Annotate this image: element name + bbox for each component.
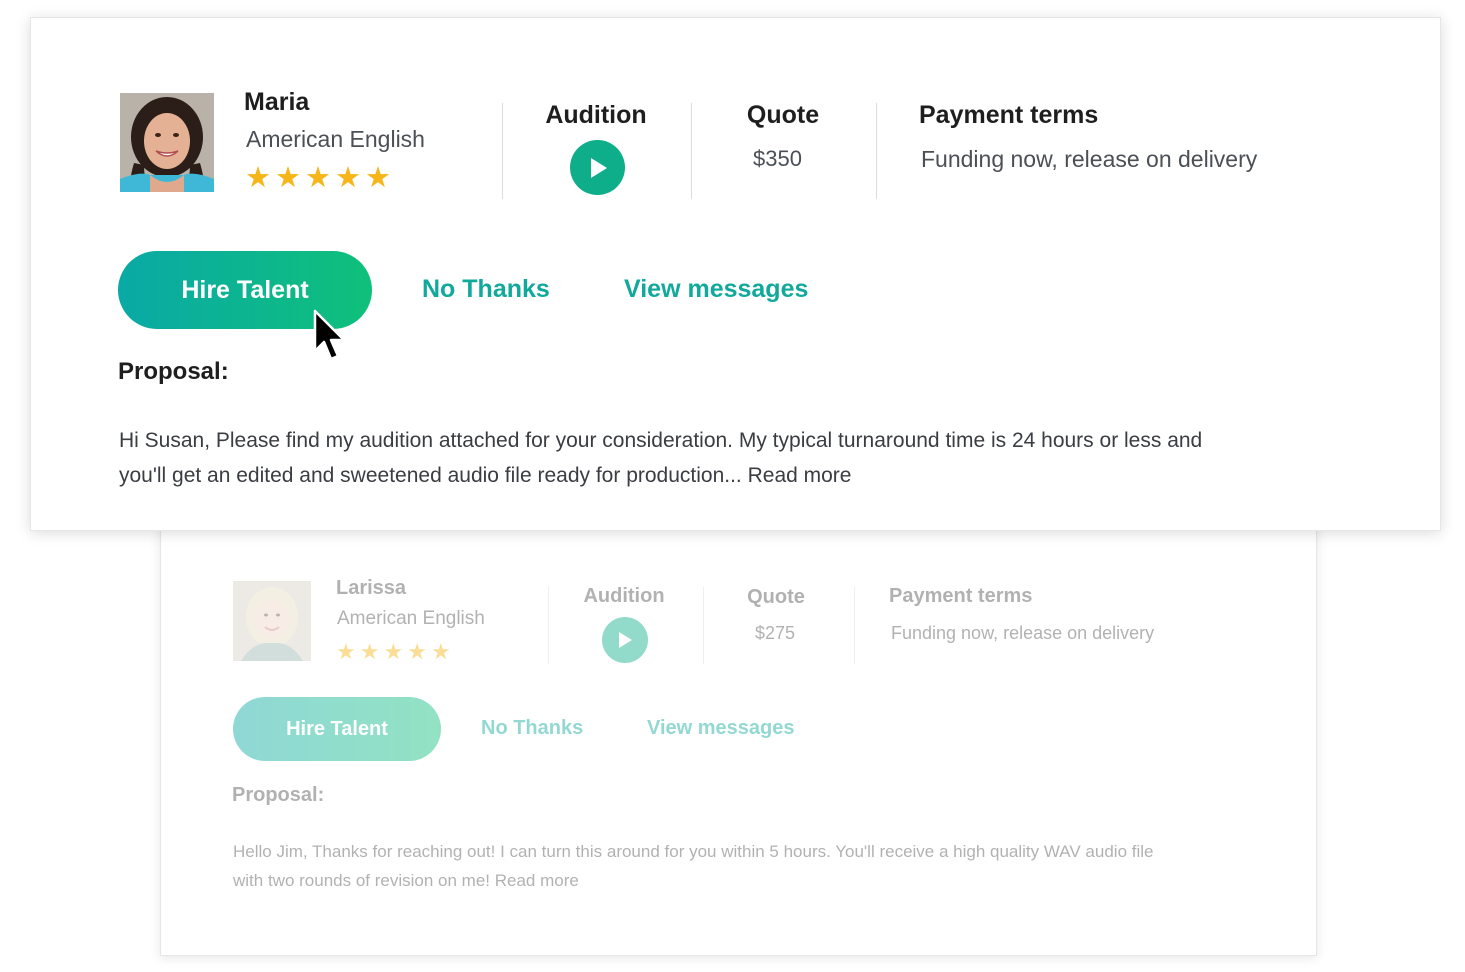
star-icon: ★ [383, 639, 404, 664]
proposal-text-line: Hello Jim, Thanks for reaching out! I ca… [233, 842, 1154, 861]
quote-label: Quote [746, 101, 820, 129]
star-icon: ★ [335, 162, 361, 194]
quote-value: $350 [753, 146, 802, 171]
divider [703, 587, 704, 664]
talent-language: American English [337, 608, 485, 629]
talent-language: American English [246, 126, 425, 152]
star-icon: ★ [275, 162, 301, 194]
payment-terms-value: Funding now, release on delivery [891, 623, 1155, 643]
star-icon: ★ [305, 162, 331, 194]
audition-label: Audition [545, 101, 647, 129]
star-icon: ★ [359, 639, 380, 664]
star-icon: ★ [430, 639, 451, 664]
hire-talent-button[interactable]: Hire Talent [233, 697, 441, 761]
no-thanks-link[interactable]: No Thanks [422, 275, 550, 304]
divider [876, 103, 877, 199]
divider [854, 587, 855, 664]
payment-terms-label: Payment terms [889, 585, 1033, 607]
proposal-label: Proposal: [232, 784, 325, 806]
proposal-text-line: you'll get an edited and sweetened audio… [119, 464, 852, 487]
audition-label: Audition [583, 585, 665, 607]
play-icon [619, 632, 632, 648]
talent-name: Maria [244, 88, 310, 116]
divider [502, 103, 503, 199]
no-thanks-link[interactable]: No Thanks [481, 717, 583, 740]
proposal-text: Hello Jim, Thanks for reaching out! I ca… [233, 837, 1153, 895]
avatar [120, 93, 214, 192]
star-icon: ★ [365, 162, 391, 194]
proposal-text: Hi Susan, Please find my audition attach… [119, 423, 1202, 493]
proposal-text-line: Hi Susan, Please find my audition attach… [119, 429, 1203, 452]
proposal-label: Proposal: [118, 358, 229, 385]
play-audition-button[interactable] [570, 140, 625, 195]
payment-terms-label: Payment terms [919, 101, 1099, 129]
payment-terms-value: Funding now, release on delivery [921, 146, 1258, 172]
divider [691, 103, 692, 199]
star-rating: ★ ★ ★ ★ ★ [336, 641, 451, 663]
star-rating: ★ ★ ★ ★ ★ [245, 164, 391, 193]
proposal-card-larissa: Larissa American English ★ ★ ★ ★ ★ Audit… [160, 520, 1317, 956]
star-icon: ★ [245, 162, 271, 194]
proposal-card-content: Larissa American English ★ ★ ★ ★ ★ Audit… [161, 521, 1316, 955]
divider [548, 587, 549, 664]
avatar [233, 581, 311, 661]
mouse-pointer-icon [313, 309, 349, 372]
star-icon: ★ [407, 639, 427, 664]
view-messages-link[interactable]: View messages [624, 275, 808, 304]
proposal-text-line: with two rounds of revision on me! Read … [233, 871, 579, 890]
play-icon [590, 157, 607, 178]
play-audition-button[interactable] [602, 617, 648, 663]
quote-label: Quote [747, 586, 805, 608]
view-messages-link[interactable]: View messages [647, 717, 795, 740]
quote-value: $275 [755, 623, 796, 643]
star-icon: ★ [336, 639, 356, 664]
proposal-card-maria: Maria American English ★ ★ ★ ★ ★ Auditio… [30, 17, 1441, 531]
talent-name: Larissa [336, 577, 407, 599]
